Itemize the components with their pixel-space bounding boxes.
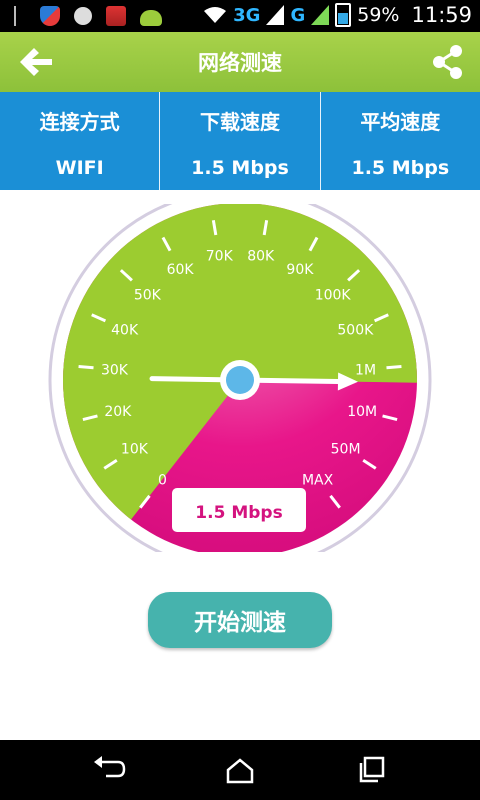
recents-icon	[359, 756, 385, 783]
gauge-tick-label: 40K	[111, 322, 139, 338]
home-icon	[226, 758, 254, 784]
speed-readout-text: 1.5 Mbps	[195, 503, 282, 523]
info-value: WIFI	[55, 157, 104, 179]
info-average-speed: 平均速度 1.5 Mbps	[319, 92, 480, 190]
gauge-tick-label: 10M	[347, 404, 377, 420]
gauge-tick-label: 50K	[134, 288, 162, 304]
gauge-tick-label: 100K	[315, 288, 352, 304]
gauge-tick-label: 70K	[206, 249, 234, 265]
usb-icon	[14, 6, 26, 26]
gauge-tick-label: 80K	[247, 249, 275, 265]
battery-icon	[335, 3, 352, 27]
app-icon	[106, 6, 126, 26]
android-icon	[140, 10, 162, 26]
info-label: 平均速度	[360, 110, 441, 134]
battery-level: 59%	[357, 4, 400, 26]
speed-gauge: 0 10K 20K 30K 40K 50K 60K 70K 80K 90K100K 500K 1M 10…	[48, 204, 432, 552]
gauge-tick-label: 30K	[101, 362, 129, 378]
status-indicators: 3G G 59% 11:59	[203, 3, 472, 27]
gauge-tick	[78, 364, 94, 370]
info-value: 1.5 Mbps	[351, 157, 450, 179]
network-g-label: G	[290, 4, 306, 26]
shield-icon	[40, 6, 60, 26]
speed-info-bar: 连接方式 WIFI 下载速度 1.5 Mbps 平均速度 1.5 Mbps	[0, 92, 480, 190]
gauge-tick-label: 50M	[331, 442, 361, 458]
gauge-tick-label: 1M	[355, 362, 376, 378]
signal-icon	[266, 5, 285, 25]
share-button[interactable]	[430, 44, 466, 80]
gauge-tick	[386, 364, 402, 370]
info-value: 1.5 Mbps	[191, 157, 289, 179]
gauge-tick-label: 20K	[104, 404, 132, 420]
gauge-tick-label: 60K	[167, 262, 195, 278]
nav-home-button[interactable]	[220, 754, 260, 786]
network-3g-label: 3G	[233, 4, 261, 26]
share-icon	[433, 45, 462, 79]
signal-icon	[311, 5, 330, 25]
gauge-tick-label: 500K	[337, 322, 374, 338]
gauge-tick-label: 0	[158, 472, 167, 488]
back-icon	[94, 756, 126, 778]
navigation-bar	[0, 740, 480, 800]
clock: 11:59	[411, 3, 472, 27]
nav-back-button[interactable]	[90, 754, 130, 786]
nav-recents-button[interactable]	[352, 754, 392, 786]
gauge-tick-label: MAX	[302, 472, 334, 488]
gauge-hub	[226, 366, 254, 394]
gauge-tick-label: 90K	[286, 262, 314, 278]
info-label: 下载速度	[199, 110, 280, 134]
wifi-icon	[204, 7, 227, 23]
info-connection-type: 连接方式 WIFI	[0, 92, 159, 190]
info-download-speed: 下载速度 1.5 Mbps	[159, 92, 319, 190]
notification-icons	[14, 6, 162, 26]
app-header: 网络测速	[0, 32, 480, 92]
gauge-tick-label: 10K	[121, 442, 149, 458]
start-test-button[interactable]: 开始测速	[148, 592, 332, 648]
page-title: 网络测速	[198, 51, 282, 75]
speed-readout: 1.5 Mbps	[172, 488, 306, 532]
paw-icon	[74, 7, 92, 25]
status-bar: 3G G 59% 11:59	[0, 0, 480, 32]
info-label: 连接方式	[39, 110, 120, 134]
